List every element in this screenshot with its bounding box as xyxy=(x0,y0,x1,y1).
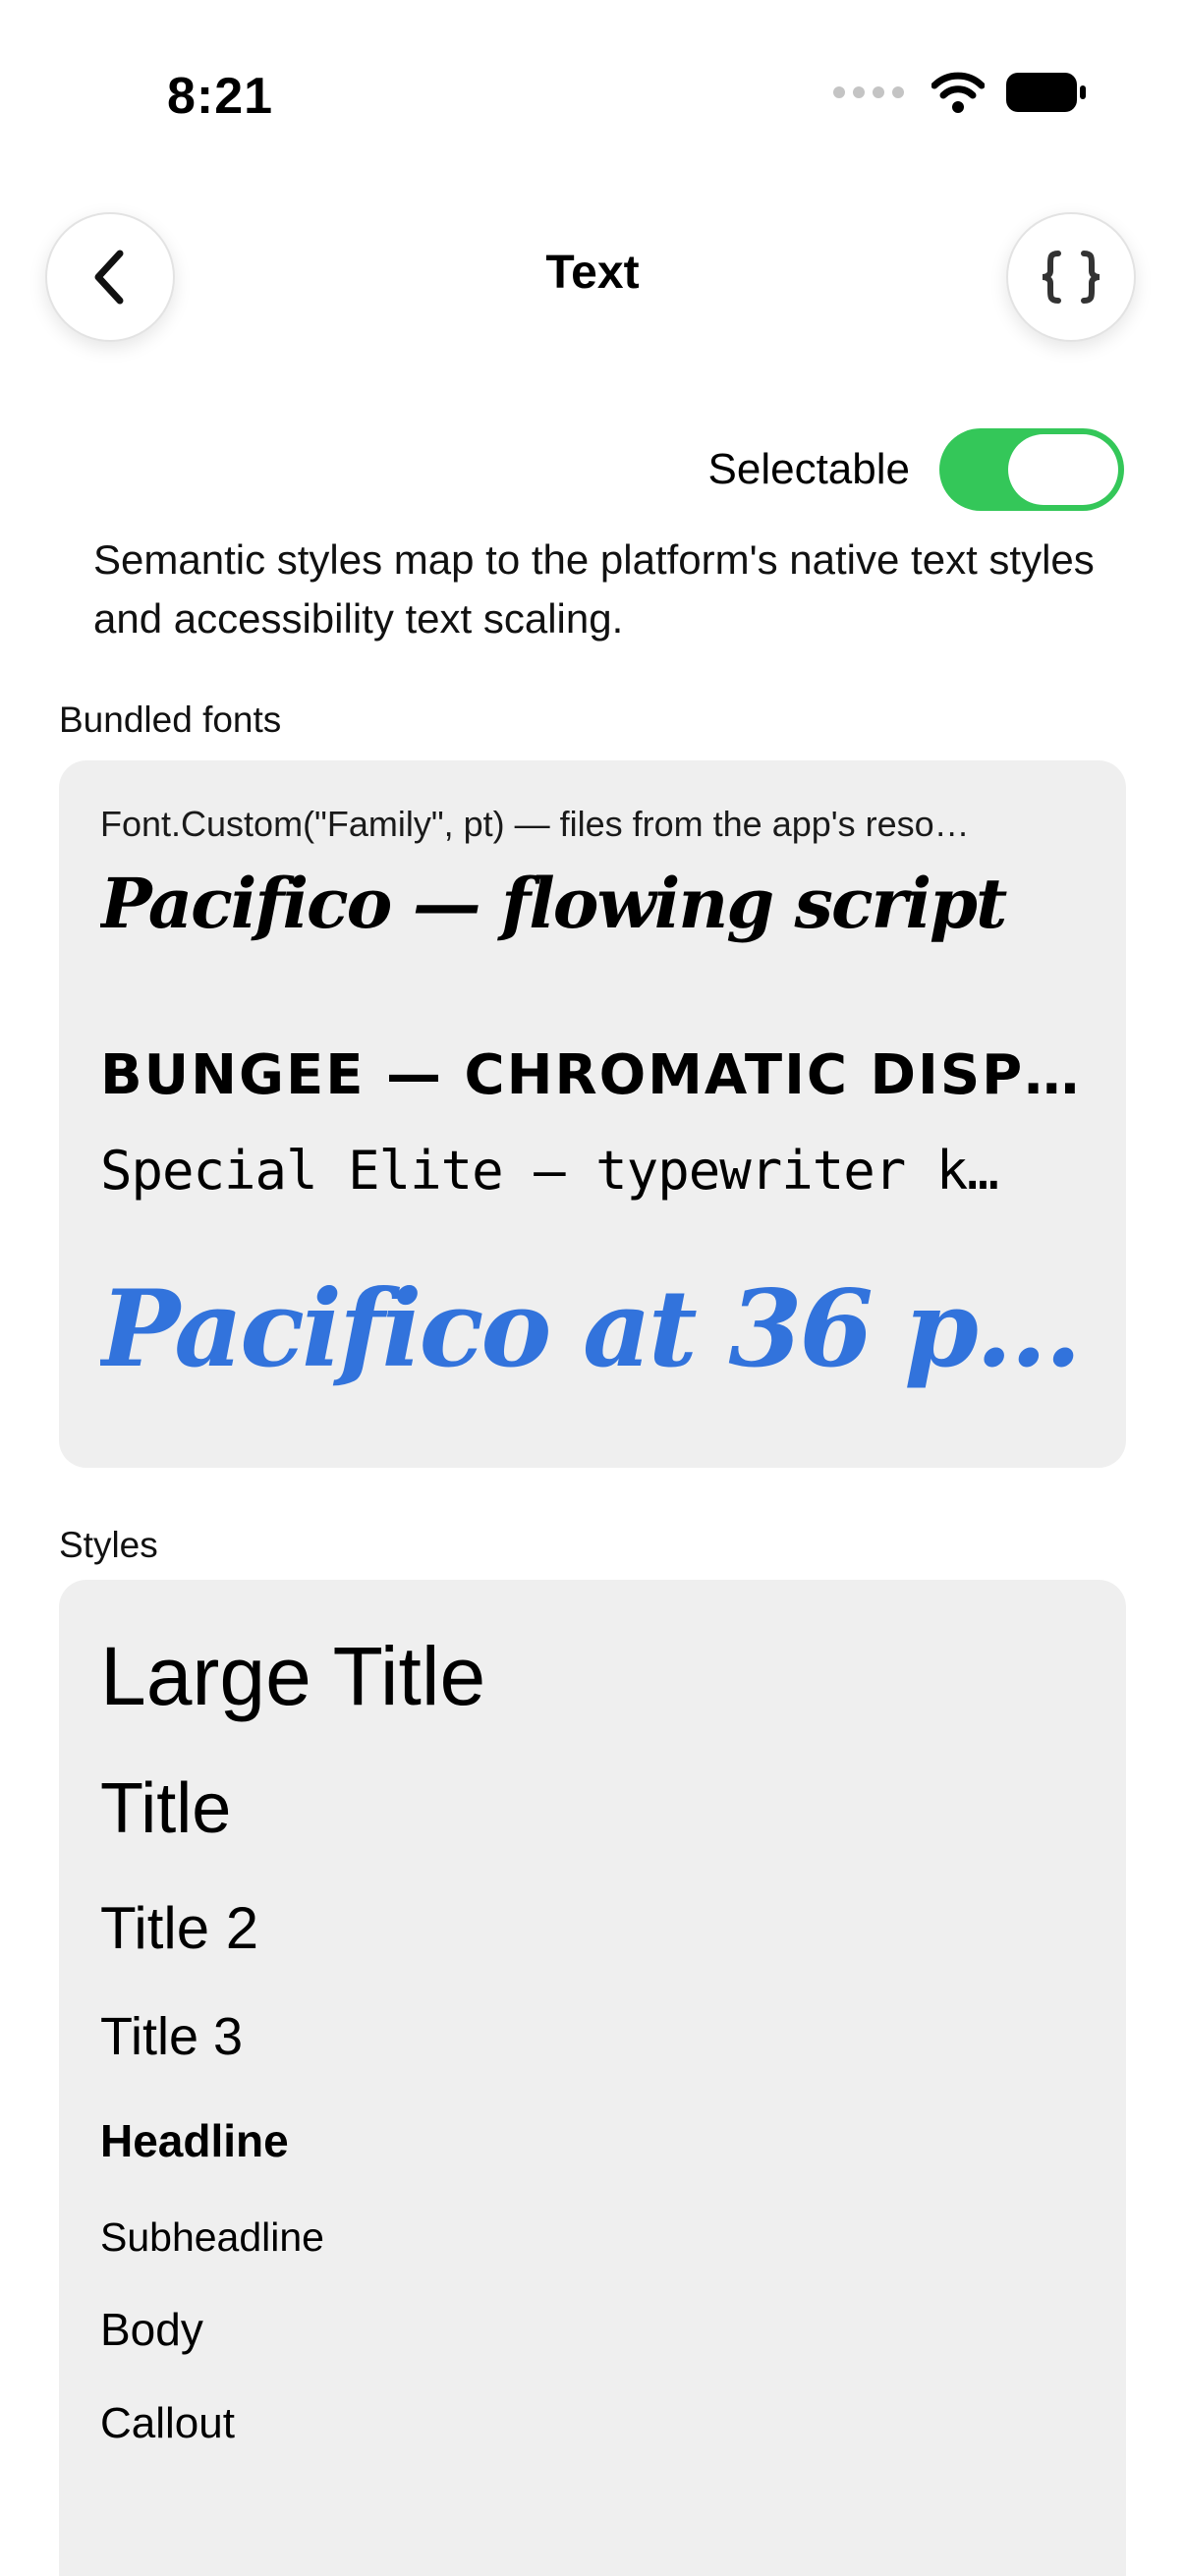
style-subheadline: Subheadline xyxy=(100,2214,324,2260)
style-title: Title xyxy=(100,1769,232,1848)
styles-card: Large Title Title Title 2 Title 3 Headli… xyxy=(59,1580,1126,2576)
status-time: 8:21 xyxy=(167,68,274,125)
style-headline: Headline xyxy=(100,2115,289,2166)
style-body: Body xyxy=(100,2304,203,2355)
style-large-title: Large Title xyxy=(100,1630,486,1722)
status-bar: 8:21 xyxy=(0,0,1185,196)
selectable-label: Selectable xyxy=(707,445,910,493)
selectable-toggle[interactable] xyxy=(939,428,1124,511)
battery-icon xyxy=(1006,73,1086,112)
section-header-bundled-fonts: Bundled fonts xyxy=(59,700,282,740)
view-code-button[interactable] xyxy=(1006,212,1136,342)
toggle-knob xyxy=(1008,434,1118,505)
selectable-row: Selectable xyxy=(708,428,1124,511)
description-text: Semantic styles map to the platform's na… xyxy=(93,536,1095,642)
bundled-fonts-card: Font.Custom("Family", pt) — files from t… xyxy=(59,760,1126,1468)
cellular-signal-icon xyxy=(833,86,904,98)
font-sample-bungee: BUNGEE — CHROMATIC DISP… xyxy=(100,1043,1082,1107)
style-title-3: Title 3 xyxy=(100,2007,244,2066)
status-icons xyxy=(831,71,1087,114)
wifi-icon xyxy=(931,72,985,113)
font-sample-pacifico: Pacifico — flowing script xyxy=(100,863,1007,944)
braces-icon xyxy=(1042,251,1100,304)
font-sample-pacifico-36: Pacifico at 36 points xyxy=(100,1267,1102,1391)
font-sample-special-elite: Special Elite — typewriter k… xyxy=(100,1140,999,1202)
style-callout: Callout xyxy=(100,2399,235,2447)
section-header-styles: Styles xyxy=(59,1525,158,1565)
style-title-2: Title 2 xyxy=(100,1895,259,1961)
font-custom-caption: Font.Custom("Family", pt) — files from t… xyxy=(100,804,970,844)
